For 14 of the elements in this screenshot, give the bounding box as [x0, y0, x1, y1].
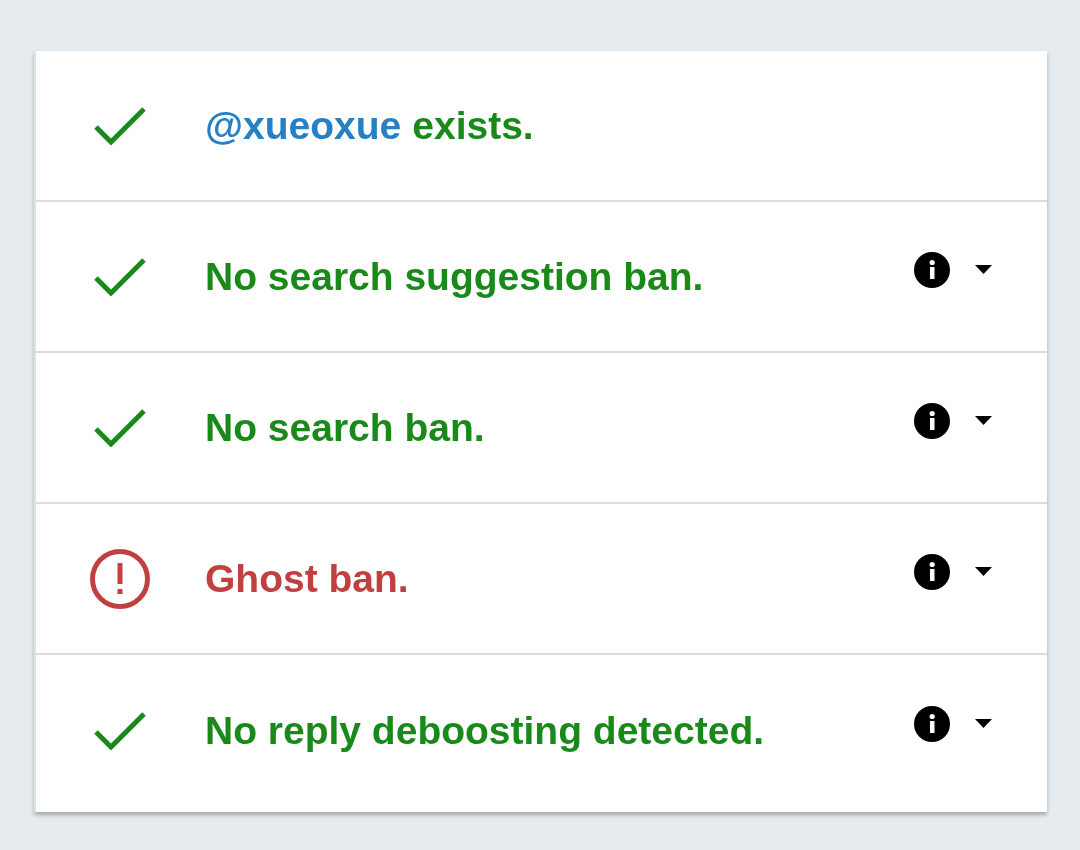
info-icon[interactable]: [914, 402, 950, 439]
caret-down-icon[interactable]: [975, 567, 992, 576]
check-result-text: No search ban.: [205, 408, 485, 447]
username-link[interactable]: @xueoxue: [205, 106, 402, 145]
check-result-text: Ghost ban.: [205, 559, 409, 598]
caret-down-icon[interactable]: [975, 416, 992, 425]
caret-down-icon[interactable]: [975, 265, 992, 274]
info-icon[interactable]: [914, 553, 950, 590]
check-result-text: No search suggestion ban.: [205, 257, 704, 296]
info-icon[interactable]: [914, 251, 950, 288]
caret-down-icon[interactable]: [975, 719, 992, 728]
check-result-text: exists.: [412, 106, 534, 145]
info-icon[interactable]: [914, 705, 950, 742]
check-result-text: No reply deboosting detected.: [205, 711, 765, 750]
